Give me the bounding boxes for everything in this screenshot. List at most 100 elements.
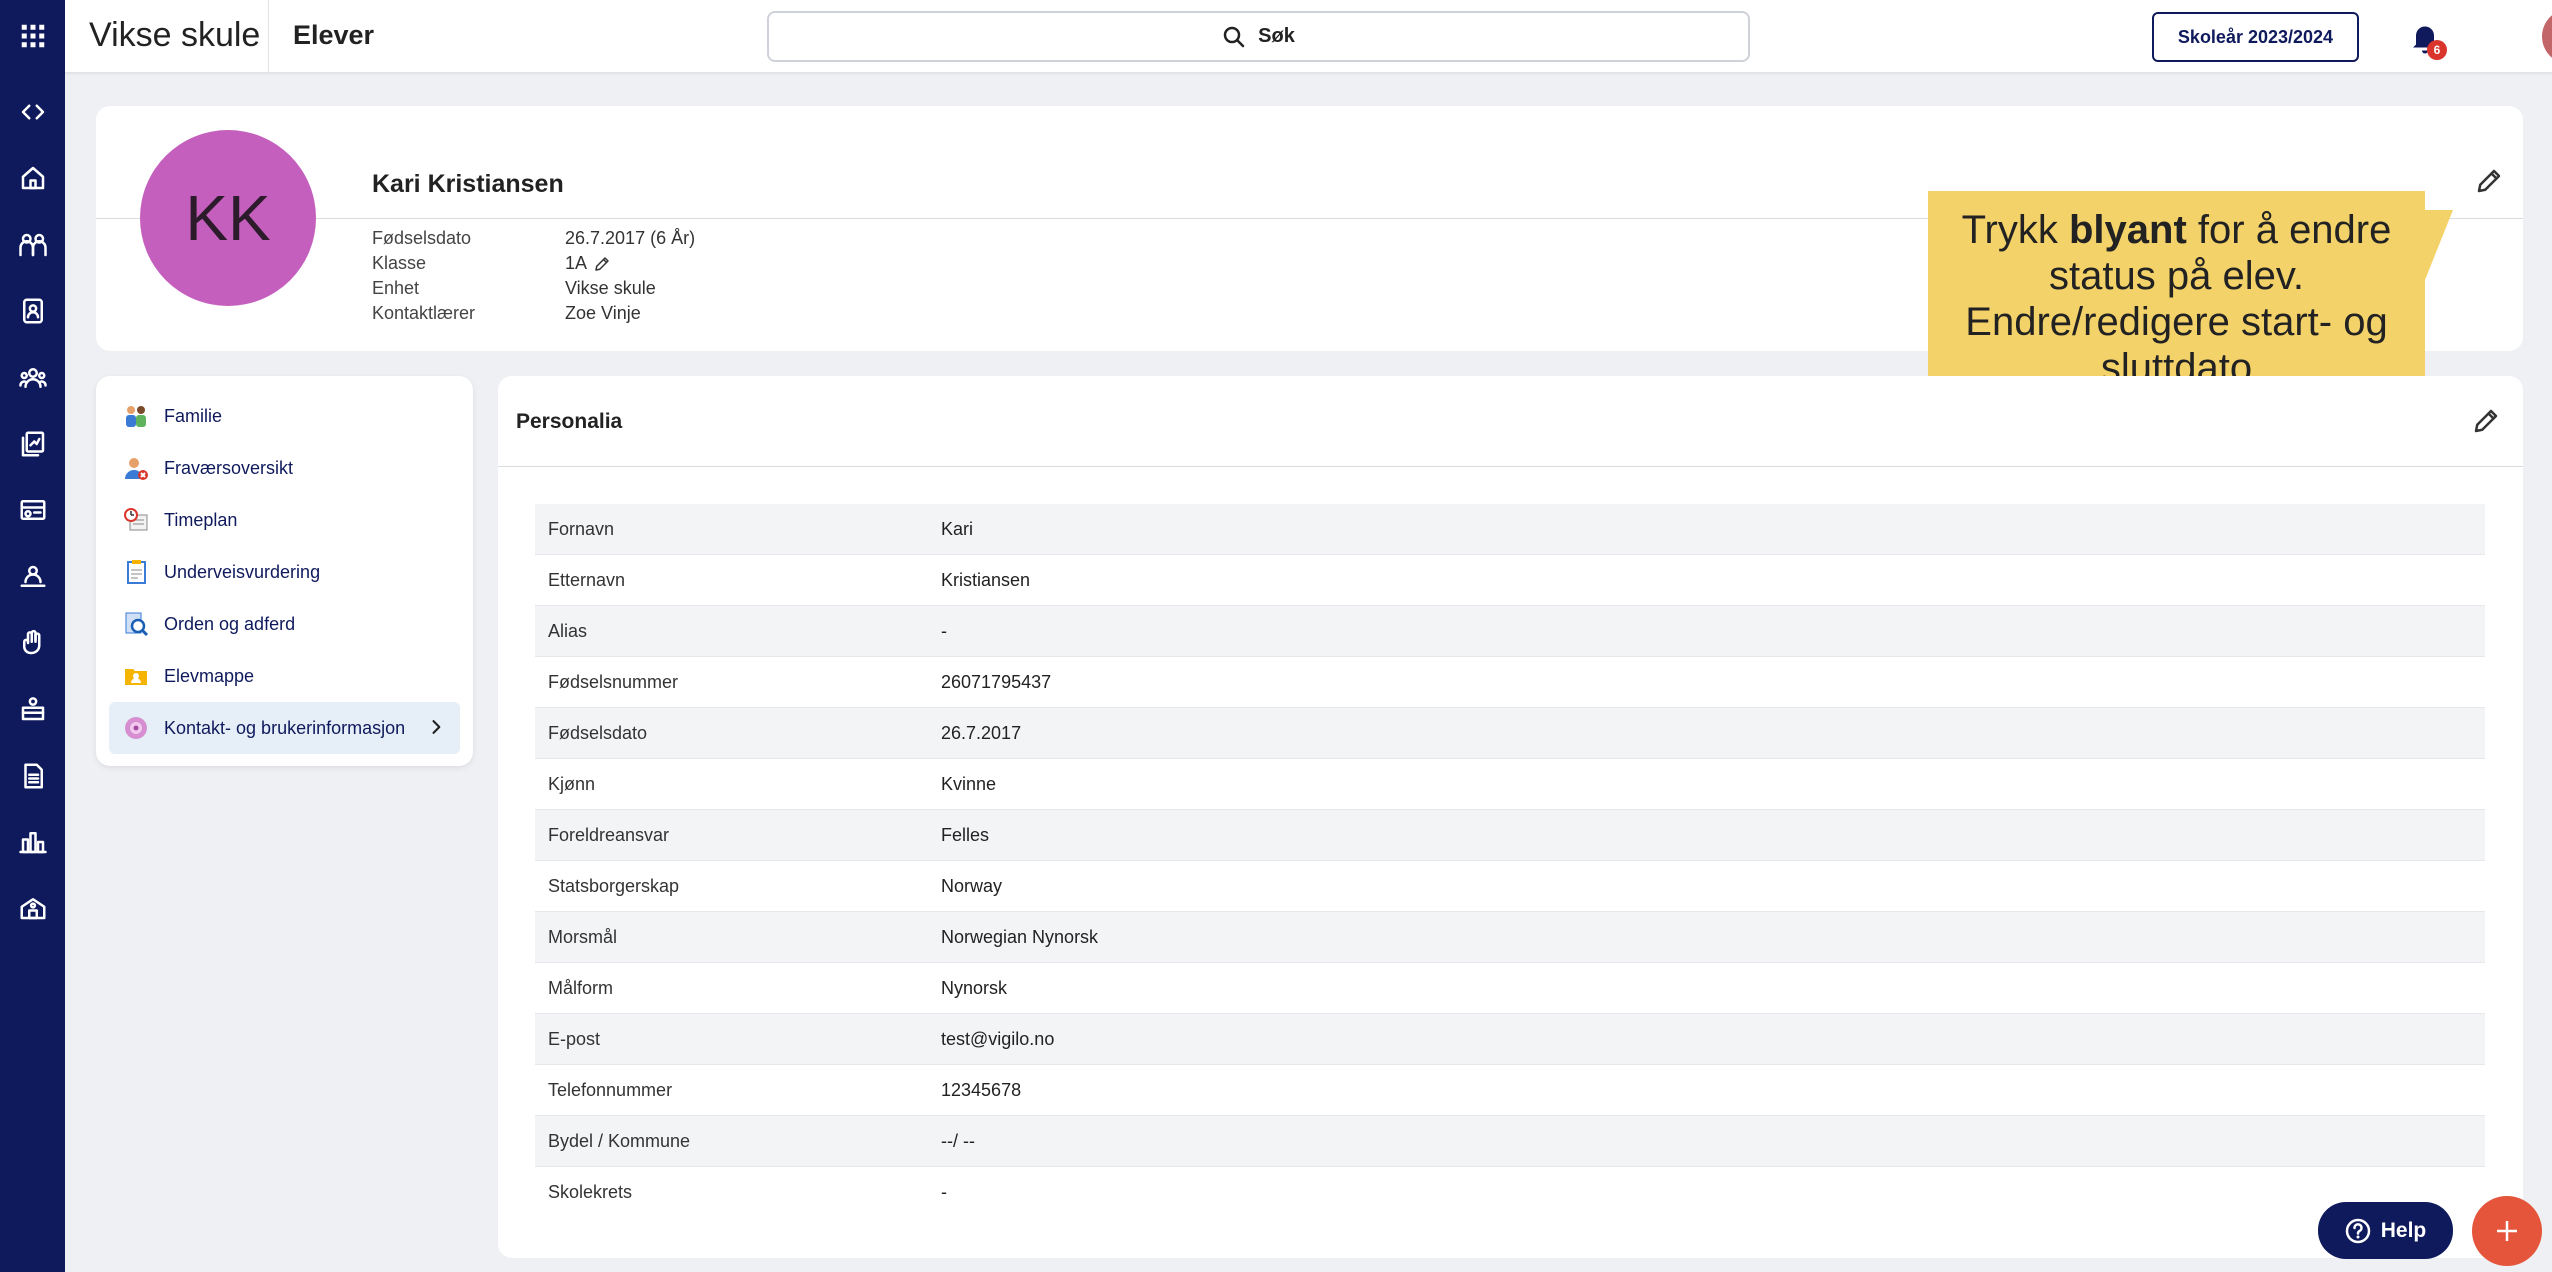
top-bar: Vikse skule Elever Søk Skoleår 2023/2024… [65, 0, 2552, 73]
field-label: Fornavn [548, 518, 615, 539]
nav-rail [0, 0, 65, 1272]
menu-item-elevmappe[interactable]: Elevmappe [109, 650, 460, 702]
menu-item-label: Fraværsoversikt [164, 457, 294, 478]
school-year-button[interactable]: Skoleår 2023/2024 [2152, 12, 2359, 62]
student-name: Kari Kristiansen [372, 170, 564, 198]
id-badge-icon[interactable] [0, 291, 65, 331]
table-row: Bydel / Kommune --/ -- [535, 1116, 2485, 1167]
person-desk-icon[interactable] [0, 557, 65, 597]
help-button[interactable]: Help [2318, 1202, 2453, 1259]
home-icon[interactable] [0, 158, 65, 198]
field-label: Alias [548, 620, 588, 641]
search-input[interactable]: Søk [767, 11, 1750, 62]
menu-item-label: Familie [164, 405, 223, 426]
table-row: Fødselsdato 26.7.2017 [535, 708, 2485, 759]
schedule-icon [122, 506, 150, 534]
personalia-table: Fornavn Kari Etternavn Kristiansen Alias - … [535, 504, 2485, 1218]
table-row: Etternavn Kristiansen [535, 555, 2485, 606]
field-label: Foreldreansvar [548, 824, 670, 845]
menu-item-label: Elevmappe [164, 665, 255, 686]
field-label: Morsmål [548, 926, 618, 947]
menu-item-label: Timeplan [164, 509, 238, 530]
absence-icon [122, 454, 150, 482]
field-label: Målform [548, 977, 614, 998]
add-button[interactable] [2472, 1196, 2542, 1266]
document-icon[interactable] [0, 756, 65, 796]
search-icon [1223, 26, 1245, 47]
info-label: Kontaktlærer [372, 303, 476, 323]
divider [268, 0, 269, 73]
field-value: Norway [941, 875, 1003, 896]
info-row-birthdate: Fødselsdato 26.7.2017 (6 År) [372, 226, 695, 251]
menu-item-orden-og-adferd[interactable]: Orden og adferd [109, 598, 460, 650]
hand-raise-icon[interactable] [0, 623, 65, 663]
info-value: Zoe Vinje [565, 303, 641, 323]
people-icon[interactable] [0, 358, 65, 398]
bar-chart-icon[interactable] [0, 822, 65, 862]
table-row: Kjønn Kvinne [535, 759, 2485, 810]
info-value: 1A [565, 253, 611, 274]
chevron-right-icon [432, 720, 441, 734]
field-value: Nynorsk [941, 977, 1008, 998]
guide-callout: Trykk blyant for å endre status på elev.… [1928, 191, 2425, 407]
field-label: E-post [548, 1028, 601, 1049]
field-label: Fødselsdato [548, 722, 648, 743]
classroom-icon[interactable] [0, 689, 65, 729]
callout-text-start: Trykk [1961, 208, 2069, 252]
student-info: Fødselsdato 26.7.2017 (6 År) Klasse 1A E… [372, 226, 695, 326]
menu-item-underveisvurdering[interactable]: Underveisvurdering [109, 546, 460, 598]
table-row: Foreldreansvar Felles [535, 810, 2485, 861]
search-label: Søk [1258, 25, 1295, 47]
field-label: Telefonnummer [548, 1079, 673, 1100]
school-building-icon[interactable] [0, 888, 65, 928]
menu-item-timeplan[interactable]: Timeplan [109, 494, 460, 546]
info-label: Enhet [372, 278, 420, 298]
reports-icon[interactable] [0, 424, 65, 464]
students-group-icon[interactable] [0, 225, 65, 265]
info-label: Klasse [372, 253, 427, 273]
student-avatar: KK [140, 130, 316, 306]
info-row-unit: Enhet Vikse skule [372, 276, 695, 301]
menu-item-fravaersoversikt[interactable]: Fraværsoversikt [109, 442, 460, 494]
menu-item-label: Kontakt- og brukerinformasjon [164, 717, 406, 738]
page-section-title: Elever [293, 20, 375, 50]
edit-student-pencil-icon[interactable] [2474, 166, 2504, 196]
notification-badge: 6 [2427, 40, 2447, 60]
edit-class-pencil-icon[interactable] [593, 255, 611, 273]
assessment-icon [122, 558, 150, 586]
contact-info-icon [122, 714, 150, 742]
table-row: Målform Nynorsk [535, 963, 2485, 1014]
folder-icon [122, 662, 150, 690]
expand-collapse-icon[interactable] [0, 92, 65, 132]
table-row: E-post test@vigilo.no [535, 1014, 2485, 1065]
menu-item-familie[interactable]: Familie [109, 390, 460, 442]
family-icon [122, 402, 150, 430]
callout-pointer [2425, 210, 2453, 280]
menu-item-kontakt-og-brukerinformasjon[interactable]: Kontakt- og brukerinformasjon [109, 702, 460, 754]
edit-personalia-pencil-icon[interactable] [2471, 406, 2501, 436]
field-value: Felles [941, 824, 990, 845]
personalia-card: Personalia Fornavn Kari Etternavn Kristian… [498, 376, 2523, 1258]
menu-item-label: Underveisvurdering [164, 561, 321, 582]
field-label: Skolekrets [548, 1182, 633, 1202]
school-name[interactable]: Vikse skule [89, 16, 260, 55]
field-label: Fødselsnummer [548, 671, 679, 692]
student-side-menu: Familie Fraværsoversikt Timeplan Underve… [96, 376, 473, 766]
field-value: Kari [941, 518, 974, 539]
table-row: Telefonnummer 12345678 [535, 1065, 2485, 1116]
field-value: test@vigilo.no [941, 1028, 1055, 1049]
apps-grid-icon[interactable] [0, 16, 65, 56]
info-row-class: Klasse 1A [372, 251, 695, 276]
help-label: Help [2380, 1218, 2427, 1242]
field-value: --/ -- [941, 1130, 975, 1151]
user-avatar[interactable]: MM [2542, 9, 2552, 64]
field-value: 26.7.2017 [941, 722, 1022, 743]
info-label: Fødselsdato [372, 228, 472, 248]
field-value: - [941, 620, 947, 641]
table-row: Skolekrets - [535, 1167, 2485, 1218]
schedule-board-icon[interactable] [0, 490, 65, 530]
field-value: Kristiansen [941, 569, 1031, 590]
field-value: - [941, 1182, 947, 1202]
conduct-icon [122, 610, 150, 638]
field-value: 26071795437 [941, 671, 1052, 692]
